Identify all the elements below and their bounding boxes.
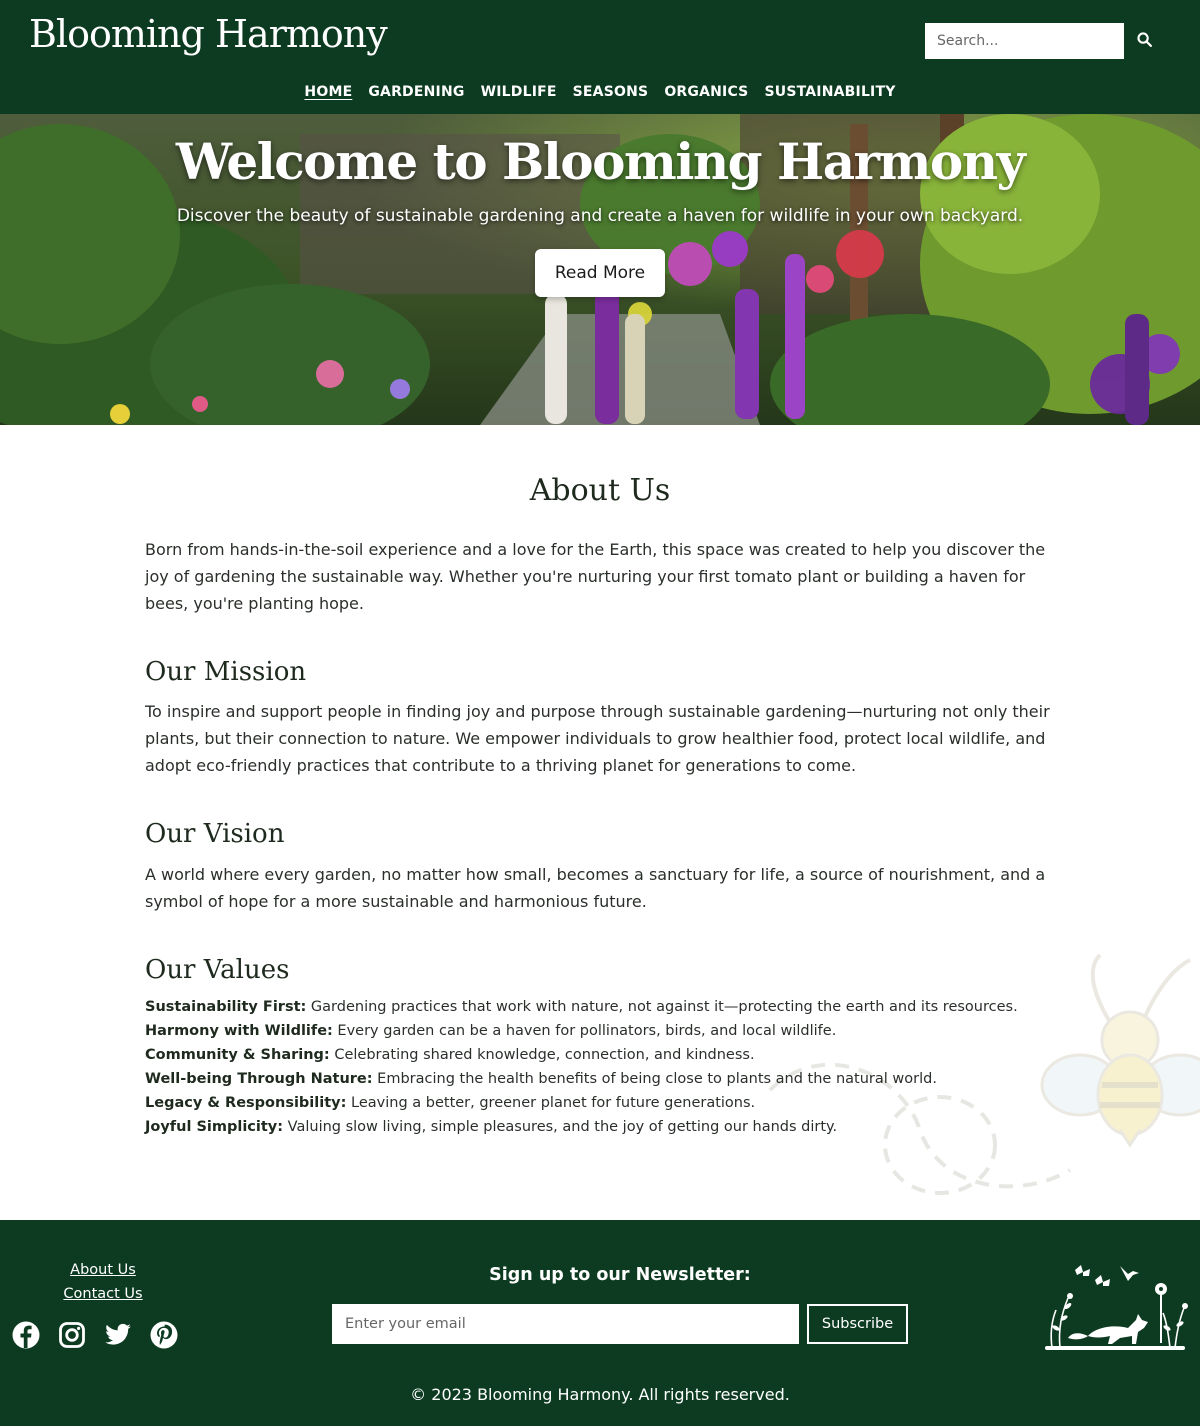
value-item: Joyful Simplicity: Valuing slow living, … [145, 1119, 838, 1135]
vision-text: A world where every garden, no matter ho… [145, 865, 1046, 911]
about-title: About Us [529, 473, 671, 508]
main-nav: HOME GARDENING WILDLIFE SEASONS ORGANICS… [0, 84, 1200, 100]
value-item: Community & Sharing: Celebrating shared … [145, 1047, 755, 1063]
newsletter-title: Sign up to our Newsletter: [489, 1265, 751, 1285]
social-links [12, 1321, 178, 1349]
search-input[interactable] [925, 23, 1124, 59]
footer-link-about[interactable]: About Us [0, 1258, 206, 1282]
values-title: Our Values [145, 955, 290, 985]
fox-garden-illustration [1045, 1265, 1188, 1350]
subscribe-button[interactable]: Subscribe [807, 1304, 908, 1344]
mission-title: Our Mission [145, 657, 307, 687]
mission-text: To inspire and support people in finding… [145, 702, 1050, 775]
read-more-button[interactable]: Read More [535, 249, 665, 297]
site-footer: About Us Contact Us Sign up to our Newsl… [0, 1220, 1200, 1426]
about-intro: Born from hands-in-the-soil experience a… [145, 540, 1046, 613]
footer-link-contact[interactable]: Contact Us [0, 1282, 206, 1306]
site-logo[interactable]: Blooming Harmony [29, 12, 388, 56]
search-icon [1136, 31, 1153, 51]
facebook-icon[interactable] [12, 1321, 40, 1349]
hero-banner: Welcome to Blooming Harmony Discover the… [0, 114, 1200, 425]
hero-title: Welcome to Blooming Harmony [175, 132, 1026, 191]
nav-seasons[interactable]: SEASONS [573, 84, 649, 100]
vision-title: Our Vision [145, 819, 285, 849]
hero-subtitle: Discover the beauty of sustainable garde… [176, 206, 1024, 226]
nav-home[interactable]: HOME [304, 84, 352, 100]
value-item: Legacy & Responsibility: Leaving a bette… [145, 1095, 756, 1111]
footer-links: About Us Contact Us [0, 1258, 206, 1306]
about-section: About Us Born from hands-in-the-soil exp… [0, 425, 1200, 1220]
nav-organics[interactable]: ORGANICS [664, 84, 748, 100]
search-bar [925, 23, 1164, 59]
newsletter-email-input[interactable] [332, 1304, 799, 1344]
nav-sustainability[interactable]: SUSTAINABILITY [764, 84, 895, 100]
values-list: Sustainability First: Gardening practice… [145, 995, 1065, 1139]
nav-gardening[interactable]: GARDENING [368, 84, 464, 100]
value-item: Well-being Through Nature: Embracing the… [145, 1071, 937, 1087]
site-header: Blooming Harmony HOME GARDENING WILDLIFE… [0, 0, 1200, 114]
nav-wildlife[interactable]: WILDLIFE [481, 84, 557, 100]
instagram-icon[interactable] [58, 1321, 86, 1349]
search-button[interactable] [1124, 23, 1164, 59]
pinterest-icon[interactable] [150, 1321, 178, 1349]
value-item: Harmony with Wildlife: Every garden can … [145, 1023, 837, 1039]
value-item: Sustainability First: Gardening practice… [145, 999, 1018, 1015]
copyright-text: © 2023 Blooming Harmony. All rights rese… [410, 1385, 790, 1404]
twitter-icon[interactable] [104, 1321, 132, 1349]
